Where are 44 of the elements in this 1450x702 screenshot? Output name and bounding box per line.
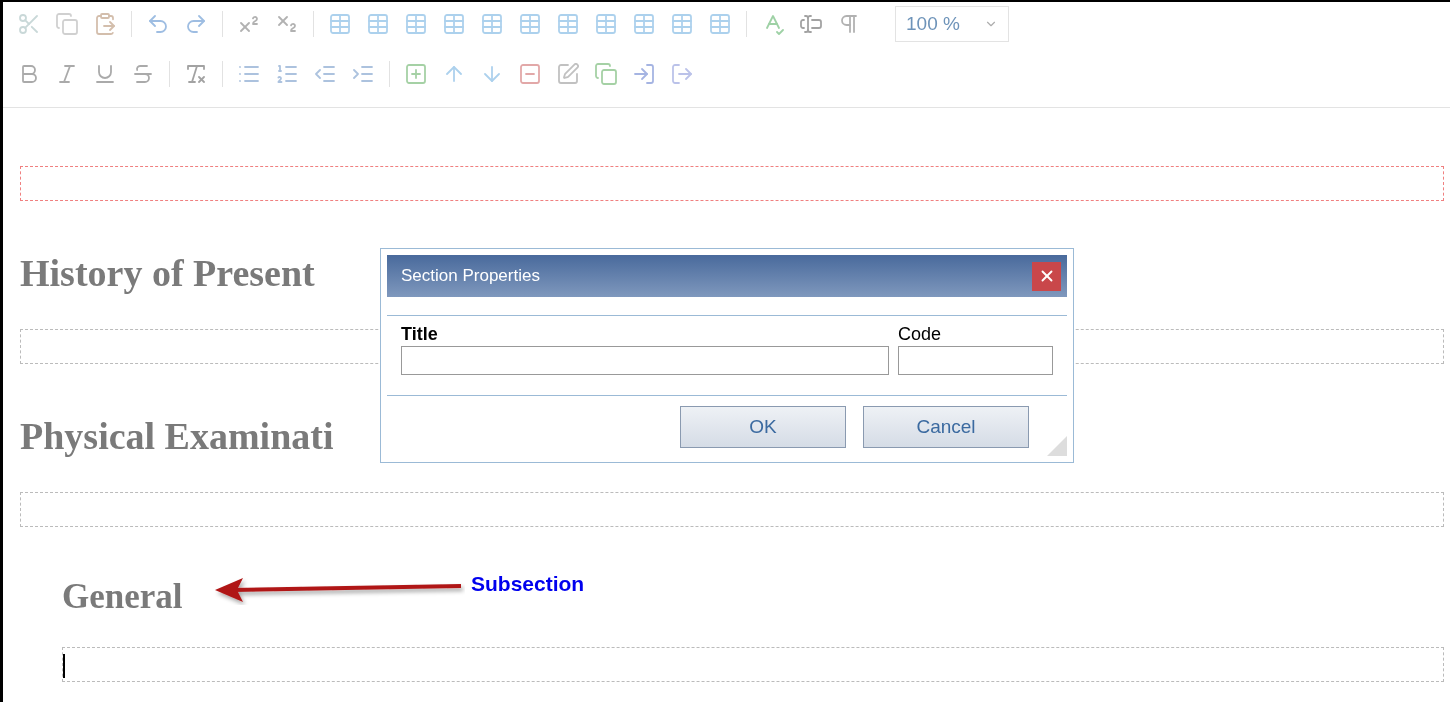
close-button[interactable]	[1032, 261, 1061, 291]
paste-icon[interactable]	[93, 12, 117, 36]
zoom-dropdown[interactable]: 100 %	[895, 6, 1009, 42]
section-heading: History of Present	[20, 251, 315, 295]
table-icon[interactable]	[632, 12, 656, 36]
copy-icon[interactable]	[55, 12, 79, 36]
resize-grip-icon[interactable]	[1047, 436, 1067, 456]
table-icon[interactable]	[366, 12, 390, 36]
section-heading: Physical Examinati	[20, 414, 334, 458]
ok-button[interactable]: OK	[680, 406, 846, 448]
editable-area[interactable]	[62, 647, 1444, 682]
table-icon[interactable]	[708, 12, 732, 36]
text-field-icon[interactable]	[799, 12, 823, 36]
table-icon[interactable]	[556, 12, 580, 36]
underline-icon[interactable]	[93, 62, 117, 86]
table-icon[interactable]	[480, 12, 504, 36]
numbered-list-icon[interactable]	[275, 62, 299, 86]
table-icon[interactable]	[594, 12, 618, 36]
subsection-heading: General	[62, 576, 183, 618]
add-section-icon[interactable]	[404, 62, 428, 86]
field-label: Code	[898, 324, 943, 345]
table-icon[interactable]	[518, 12, 542, 36]
strikethrough-icon[interactable]	[131, 62, 155, 86]
enter-icon[interactable]	[632, 62, 656, 86]
clear-format-icon[interactable]	[184, 62, 208, 86]
editable-area[interactable]	[20, 492, 1444, 527]
table-icon[interactable]	[442, 12, 466, 36]
annotation-label: Subsection	[471, 572, 585, 596]
remove-section-icon[interactable]	[518, 62, 542, 86]
copy-section-icon[interactable]	[594, 62, 618, 86]
table-icon[interactable]	[404, 12, 428, 36]
undo-icon[interactable]	[146, 12, 170, 36]
cut-icon[interactable]	[17, 12, 41, 36]
table-icon[interactable]	[328, 12, 352, 36]
cancel-button[interactable]: Cancel	[863, 406, 1029, 448]
field-label: Title	[401, 324, 439, 345]
exit-icon[interactable]	[670, 62, 694, 86]
dialog-title: Section Properties	[401, 266, 540, 286]
edit-section-icon[interactable]	[556, 62, 580, 86]
input-field[interactable]	[401, 346, 889, 375]
input-field[interactable]	[898, 346, 1053, 375]
table-icon[interactable]	[670, 12, 694, 36]
redo-icon[interactable]	[184, 12, 208, 36]
editable-area[interactable]	[20, 166, 1444, 201]
